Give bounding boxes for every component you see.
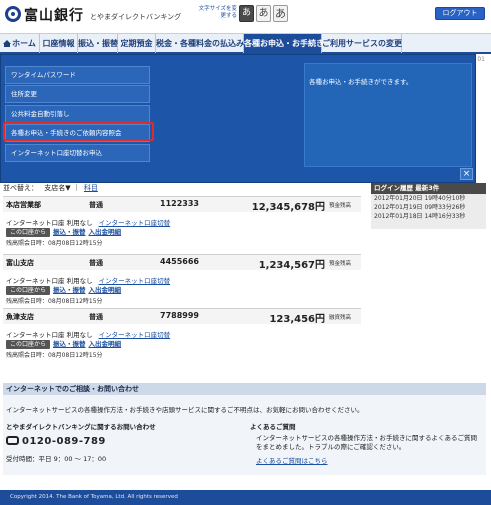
- balance-inquiry-time: 残高照会日時：08月08日12時15分: [6, 240, 103, 247]
- phone-icon: [6, 436, 19, 445]
- page: 富山銀行 とやまダイレクトバンキング 文字サイズを変更する あ あ あ ログアウ…: [0, 0, 491, 505]
- balance-inquiry-time: 残高照会日時：08月08日12時15分: [6, 298, 103, 305]
- account-actions: この口座から 振込・振替 入出金明細: [6, 284, 122, 295]
- menu-item-one-time-password[interactable]: ワンタイムパスワード: [5, 66, 150, 84]
- account-balance: 1,234,567円: [258, 260, 325, 271]
- account-balance-label: 預金残高: [329, 203, 352, 209]
- faq-title: よくあるご質問: [250, 423, 296, 431]
- nav-home[interactable]: ホーム: [0, 34, 40, 53]
- sort-label: 並べ替え：: [3, 184, 38, 192]
- account-row: 魚津支店 普通 7788999 123,456円 融資残高 インターネット口座 …: [3, 308, 361, 368]
- account-menu-button[interactable]: この口座から: [6, 227, 51, 237]
- close-menu-button[interactable]: ×: [460, 168, 473, 180]
- account-header: 富山支店 普通 4455666 1,234,567円 預金残高: [3, 255, 361, 271]
- account-type: 普通: [89, 259, 103, 267]
- account-type: 普通: [89, 201, 103, 209]
- consultation-section: インターネットでのご相談・お問い合わせ インターネットサービスの各種操作方法・お…: [3, 383, 486, 475]
- account-number: 4455666: [160, 257, 199, 266]
- account-actions: この口座から 振込・振替 入出金明細: [6, 226, 122, 237]
- nav-account-info[interactable]: 口座情報: [40, 34, 78, 53]
- header: 富山銀行 とやまダイレクトバンキング 文字サイズを変更する あ あ あ ログアウ…: [0, 0, 491, 31]
- menu-info-text: 各種お申込・お手続きができます。: [309, 78, 413, 86]
- balance-inquiry-time: 残高照会日時：08月08日12時15分: [6, 352, 103, 359]
- nav-time-deposit[interactable]: 定期預金: [118, 34, 156, 53]
- sort-separator: ｜: [72, 184, 80, 192]
- statement-link[interactable]: 入出金明細: [89, 340, 122, 348]
- bank-name: 富山銀行: [24, 8, 84, 24]
- faq-description: インターネットサービスの各種操作方法・お手続きに関するよくあるご質問をまとめまし…: [256, 434, 477, 451]
- account-balance: 12,345,678円: [251, 202, 325, 213]
- footer: Copyright 2014. The Bank of Toyama, Ltd.…: [0, 490, 491, 505]
- sort-bar: 並べ替え： 支店名▼ ｜ 科目: [3, 183, 98, 193]
- font-size-large-button[interactable]: あ: [273, 5, 288, 22]
- home-icon: [3, 40, 12, 47]
- menu-item-address-change[interactable]: 住所変更: [5, 85, 150, 103]
- account-header: 魚津支店 普通 7788999 123,456円 融資残高: [3, 309, 361, 325]
- nav-home-label: ホーム: [12, 39, 36, 48]
- direct-banking-inquiry-title: とやまダイレクトバンキングに関するお問い合わせ: [6, 423, 156, 431]
- account-row: 本店営業部 普通 1122333 12,345,678円 預金残高 インターネッ…: [3, 196, 361, 256]
- account-branch: 本店営業部: [6, 201, 41, 209]
- reception-hours: 受付時間：平日 9：00 ～ 17：00: [6, 455, 107, 463]
- login-history-entry: 2012年01月18日 14時16分33秒: [374, 213, 466, 220]
- account-menu-button[interactable]: この口座から: [6, 339, 51, 349]
- font-size-small-button[interactable]: あ: [239, 5, 254, 22]
- nav-applications[interactable]: 各種お申込・お手続き: [244, 34, 324, 53]
- consultation-heading: インターネットでのご相談・お問い合わせ: [3, 383, 486, 395]
- transfer-link[interactable]: 振込・振替: [53, 228, 86, 236]
- faq-link[interactable]: よくあるご質問はこちら: [256, 455, 328, 465]
- phone-number-text: 0120-089-789: [22, 436, 106, 447]
- statement-link[interactable]: 入出金明細: [89, 228, 122, 236]
- account-actions: この口座から 振込・振替 入出金明細: [6, 338, 122, 349]
- account-number: 7788999: [160, 311, 199, 320]
- account-header: 本店営業部 普通 1122333 12,345,678円 預金残高: [3, 197, 361, 213]
- menu-item-highlight: [3, 122, 154, 141]
- transfer-link[interactable]: 振込・振替: [53, 340, 86, 348]
- account-branch: 魚津支店: [6, 313, 34, 321]
- sort-subject-link[interactable]: 科目: [84, 184, 98, 192]
- font-size-label: 文字サイズを変更する: [198, 6, 237, 19]
- account-balance-label: 融資残高: [329, 315, 352, 321]
- login-history-panel: ログイン履歴 最新3件 2012年01月20日 19時40分10秒 2012年0…: [371, 183, 486, 229]
- account-balance: 123,456円: [269, 314, 325, 325]
- sort-select[interactable]: 支店名▼: [44, 184, 70, 192]
- account-branch: 富山支店: [6, 259, 34, 267]
- menu-item-internet-account-switch[interactable]: インターネット口座切替お申込: [5, 144, 150, 162]
- menu-item-utility-auto-debit[interactable]: 公共料金自動引落し: [5, 105, 150, 123]
- account-type: 普通: [89, 313, 103, 321]
- consultation-description: インターネットサービスの各種操作方法・お手続きや店頭サービスに関するご不明点は、…: [6, 406, 364, 414]
- account-balance-label: 預金残高: [329, 261, 352, 267]
- nav-service-change[interactable]: ご利用サービスの変更: [322, 34, 402, 53]
- account-menu-button[interactable]: この口座から: [6, 285, 51, 295]
- font-size-medium-button[interactable]: あ: [256, 5, 271, 22]
- bank-logo-icon: [5, 6, 21, 22]
- transfer-link[interactable]: 振込・振替: [53, 286, 86, 294]
- logout-button[interactable]: ログアウト: [435, 7, 485, 20]
- statement-link[interactable]: 入出金明細: [89, 286, 122, 294]
- login-history-title: ログイン履歴 最新3件: [371, 183, 486, 194]
- menu-info-panel: 各種お申込・お手続きができます。: [304, 63, 472, 167]
- nav-tax-payment[interactable]: 税金・各種料金の払込み: [156, 34, 244, 53]
- nav-transfer[interactable]: 振込・振替: [78, 34, 118, 53]
- phone-number: 0120-089-789: [6, 436, 106, 447]
- applications-dropdown-menu: ワンタイムパスワード 住所変更 公共料金自動引落し 各種お申込・手続きのご依頼内…: [0, 54, 476, 183]
- global-nav: ホーム 口座情報 振込・振替 定期預金 税金・各種料金の払込み 各種お申込・お手…: [0, 33, 491, 54]
- login-history-entry: 2012年01月19日 09時33分26秒: [374, 204, 466, 211]
- service-name: とやまダイレクトバンキング: [90, 13, 182, 21]
- account-number: 1122333: [160, 199, 199, 208]
- login-history-entry: 2012年01月20日 19時40分10秒: [374, 195, 466, 202]
- account-row: 富山支店 普通 4455666 1,234,567円 預金残高 インターネット口…: [3, 254, 361, 314]
